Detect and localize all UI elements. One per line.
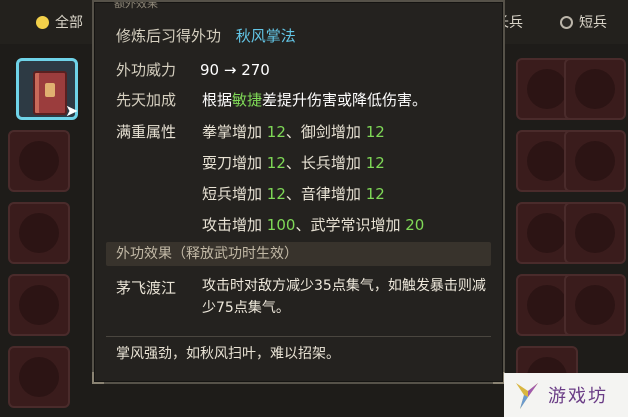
- inventory-slot[interactable]: [564, 274, 626, 336]
- innate-text-pre: 根据: [202, 91, 233, 109]
- attr-name: 武学常识增加: [310, 216, 401, 234]
- full-attr-line: 短兵增加 12、音律增加 12: [202, 184, 385, 204]
- attr-value: 12: [266, 185, 286, 203]
- effect-name: 茅飞渡江: [116, 279, 177, 297]
- attr-separator: 、: [285, 185, 301, 203]
- power-row: 外功威力 90 → 270: [116, 60, 270, 80]
- filter-short-label: 短兵: [579, 15, 607, 31]
- learn-skill-name: 秋风掌法: [235, 27, 296, 45]
- effect-section-header: 外功效果（释放武功时生效）: [106, 242, 491, 266]
- inventory-slot[interactable]: [564, 58, 626, 120]
- inventory-slot[interactable]: [564, 202, 626, 264]
- inventory-slot[interactable]: [8, 346, 70, 408]
- full-attr-line: 耍刀增加 12、长兵增加 12: [202, 153, 385, 173]
- filter-all-label: 全部: [55, 15, 83, 31]
- inventory-slot[interactable]: [8, 130, 70, 192]
- watermark-logo-icon: [516, 383, 538, 409]
- inventory-slot[interactable]: [8, 202, 70, 264]
- attr-separator: 、: [285, 154, 301, 172]
- item-tooltip: 额外效果 修炼后习得外功 秋风掌法 外功威力 90 → 270 先天加成 根据敏…: [92, 0, 505, 384]
- attr-value: 12: [266, 123, 286, 141]
- frame-corner: [92, 372, 104, 384]
- power-value: 90 → 270: [200, 61, 270, 79]
- skill-book-icon: [33, 71, 67, 115]
- divider: [106, 336, 491, 337]
- filter-all[interactable]: 全部: [36, 10, 83, 34]
- radio-icon[interactable]: [560, 15, 573, 29]
- attr-value: 12: [266, 154, 286, 172]
- attr-value: 100: [266, 216, 296, 234]
- attr-name: 攻击增加: [202, 216, 263, 234]
- innate-text-post: 差提升伤害或降低伤害。: [262, 91, 428, 109]
- attr-separator: 、: [285, 123, 301, 141]
- full-attr-label: 满重属性: [116, 123, 177, 141]
- power-label: 外功威力: [116, 61, 177, 79]
- attr-name: 音律增加: [300, 185, 361, 203]
- watermark: 游戏坊: [504, 373, 628, 417]
- effect-description: 攻击时对敌方减少35点集气，如触发暴击则减少75点集气。: [202, 278, 486, 316]
- inventory-slot[interactable]: [8, 274, 70, 336]
- attr-name: 短兵增加: [202, 185, 263, 203]
- attr-value: 12: [365, 154, 385, 172]
- attr-name: 长兵增加: [300, 154, 361, 172]
- attr-value: 12: [365, 123, 385, 141]
- attr-separator: 、: [295, 216, 311, 234]
- inventory-slot[interactable]: [564, 130, 626, 192]
- attr-name: 拳掌增加: [202, 123, 263, 141]
- watermark-text: 游戏坊: [548, 386, 608, 407]
- attr-value: 20: [405, 216, 425, 234]
- attr-name: 耍刀增加: [202, 154, 263, 172]
- mouse-cursor-icon: ➤: [65, 101, 79, 120]
- learn-skill-row: 修炼后习得外功 秋风掌法: [116, 26, 296, 46]
- tooltip-header-fragment: 额外效果: [114, 2, 158, 10]
- innate-label: 先天加成: [116, 91, 177, 109]
- inventory-slot-selected[interactable]: ➤: [16, 58, 78, 120]
- innate-attribute: 敏捷: [232, 91, 263, 109]
- learn-skill-label: 修炼后习得外功: [116, 27, 222, 45]
- effect-section-title: 外功效果（释放武功时生效）: [116, 246, 298, 262]
- radio-selected-icon[interactable]: [36, 15, 49, 29]
- flavor-text: 掌风强劲，如秋风扫叶，难以招架。: [116, 346, 340, 362]
- attr-value: 12: [365, 185, 385, 203]
- full-attr-line: 攻击增加 100、武学常识增加 20: [202, 215, 424, 235]
- attr-name: 御剑增加: [300, 123, 361, 141]
- filter-short[interactable]: 短兵: [560, 10, 607, 34]
- full-attr-line: 拳掌增加 12、御剑增加 12: [202, 122, 385, 142]
- innate-row: 先天加成 根据敏捷差提升伤害或降低伤害。: [116, 90, 427, 110]
